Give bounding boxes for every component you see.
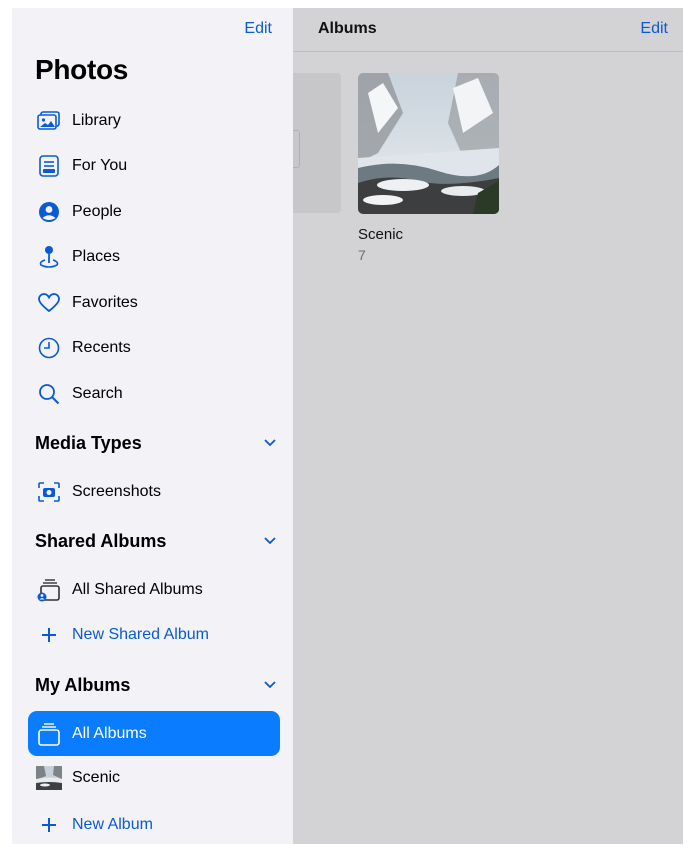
albums-edit-button[interactable]: Edit — [640, 20, 668, 38]
sidebar-item-label: All Shared Albums — [72, 581, 203, 598]
section-media-types[interactable]: Media Types — [35, 428, 280, 458]
section-title: My Albums — [35, 674, 131, 695]
album-thumbnail-scenic[interactable] — [358, 73, 499, 214]
chevron-down-icon[interactable] — [260, 531, 280, 551]
section-shared-albums[interactable]: Shared Albums — [35, 526, 280, 556]
sidebar-item-label: All Albums — [72, 724, 147, 742]
sidebar-edit-button[interactable]: Edit — [244, 20, 272, 38]
section-title: Media Types — [35, 432, 142, 453]
sidebar-item-places[interactable]: Places — [28, 237, 280, 277]
sidebar-item-people[interactable]: People — [28, 192, 280, 232]
sidebar-item-scenic[interactable]: Scenic — [28, 758, 280, 798]
search-icon — [32, 374, 66, 414]
library-icon — [32, 101, 66, 141]
places-icon — [32, 237, 66, 277]
sidebar-item-label: New Album — [72, 816, 153, 833]
albums-title: Albums — [318, 20, 377, 37]
albums-icon — [32, 714, 66, 754]
sidebar-item-search[interactable]: Search — [28, 374, 280, 414]
heart-icon — [32, 283, 66, 323]
sidebar-item-label: Places — [72, 248, 121, 265]
sidebar-item-for-you[interactable]: For You — [28, 146, 280, 186]
screenshot-icon — [32, 472, 66, 512]
sidebar-item-label: Recents — [72, 339, 131, 356]
sidebar-item-label: Search — [72, 385, 123, 402]
people-icon — [32, 192, 66, 232]
album-name-scenic: Scenic — [358, 226, 404, 243]
section-title: Shared Albums — [35, 530, 167, 551]
app-window: Albums Edit Scenic 7 Edit Photos Library… — [12, 8, 683, 844]
sidebar-item-library[interactable]: Library — [28, 101, 280, 141]
for-you-icon — [32, 146, 66, 186]
sidebar-item-screenshots[interactable]: Screenshots — [28, 472, 280, 512]
chevron-down-icon[interactable] — [260, 675, 280, 695]
sidebar-item-label: Screenshots — [72, 483, 161, 500]
sidebar-item-label: Scenic — [72, 769, 121, 786]
clock-icon — [32, 328, 66, 368]
section-my-albums[interactable]: My Albums — [35, 670, 280, 700]
shared-albums-icon — [32, 570, 66, 610]
sidebar-title: Photos — [35, 54, 129, 85]
sidebar-item-label: People — [72, 203, 122, 220]
new-album-button[interactable]: New Album — [28, 805, 280, 844]
album-count-scenic: 7 — [358, 247, 366, 263]
sidebar-item-label: For You — [72, 157, 128, 174]
sidebar-item-label: Favorites — [72, 294, 138, 311]
sidebar-item-all-shared-albums[interactable]: All Shared Albums — [28, 570, 280, 610]
plus-icon — [32, 615, 66, 655]
new-shared-album-button[interactable]: New Shared Album — [28, 615, 280, 655]
sidebar-item-label: New Shared Album — [72, 626, 209, 643]
sidebar: Edit Photos Library For You People Place… — [12, 8, 293, 844]
sidebar-item-all-albums[interactable]: All Albums — [28, 711, 280, 756]
plus-icon — [32, 805, 66, 844]
album-thumbnail-small — [32, 758, 66, 798]
sidebar-item-label: Library — [72, 112, 121, 129]
sidebar-item-recents[interactable]: Recents — [28, 328, 280, 368]
chevron-down-icon[interactable] — [260, 433, 280, 453]
sidebar-item-favorites[interactable]: Favorites — [28, 283, 280, 323]
